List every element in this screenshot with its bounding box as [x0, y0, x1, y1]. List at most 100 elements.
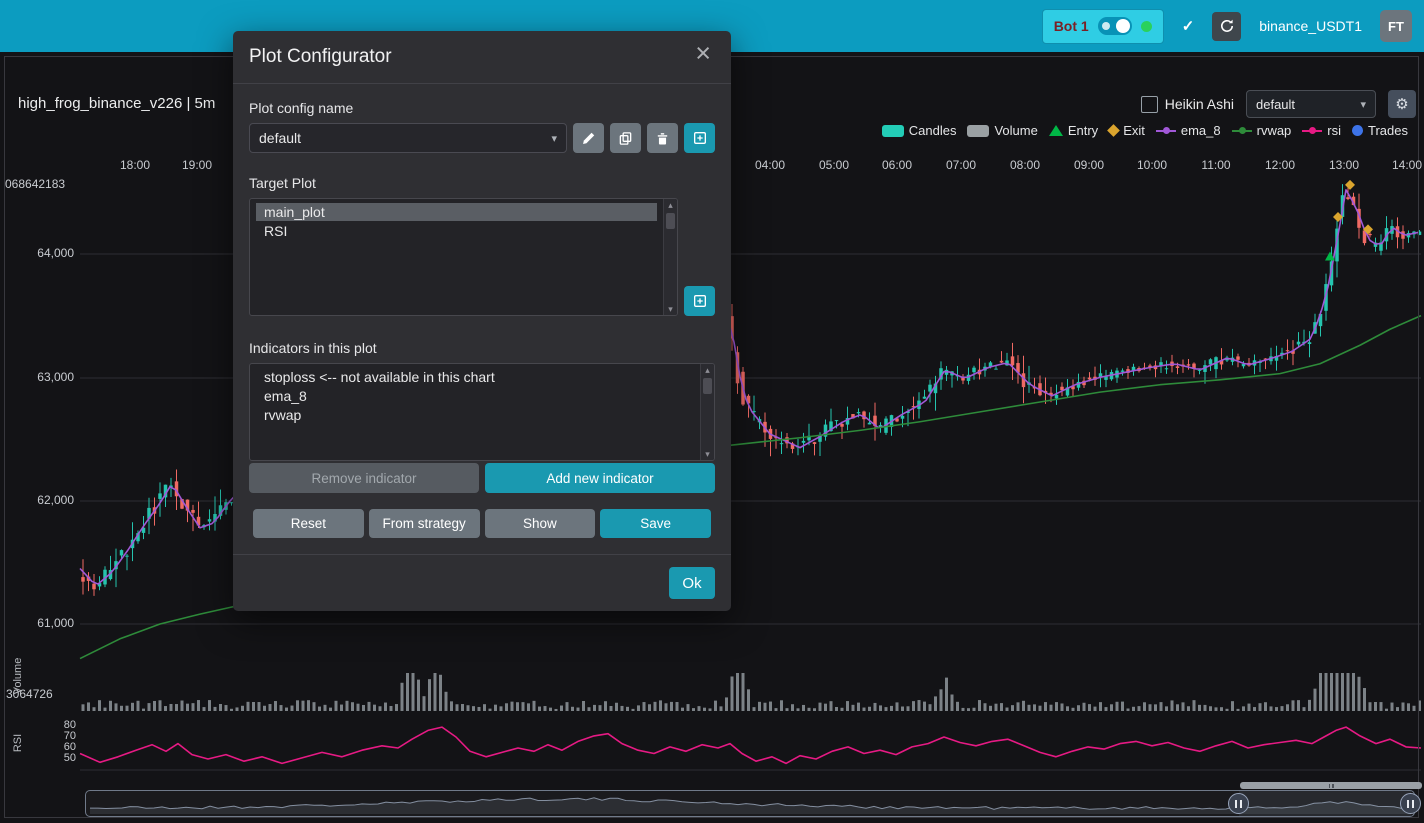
scroll-down-icon[interactable]: ▾ [705, 448, 710, 460]
ok-button[interactable]: Ok [669, 567, 715, 599]
scroll-up-icon[interactable]: ▴ [668, 199, 673, 211]
pause-icon [1407, 800, 1409, 808]
pause-icon [1412, 800, 1414, 808]
navigator-handle-left[interactable] [1228, 793, 1249, 814]
avatar-button[interactable]: FT [1380, 10, 1412, 42]
legend-item-entry[interactable]: Entry [1049, 123, 1098, 138]
legend-label: rsi [1327, 123, 1341, 138]
exchange-label[interactable]: binance_USDT1 [1259, 18, 1362, 34]
scroll-down-icon[interactable]: ▾ [668, 303, 673, 315]
remove-indicator-button[interactable]: Remove indicator [249, 463, 479, 493]
chart-navigator[interactable] [85, 790, 1415, 817]
indicator-option[interactable]: stoploss <-- not available in this chart [256, 368, 694, 386]
vertical-scrollbar[interactable]: ▴ ▾ [663, 199, 677, 315]
navigator-selected-range[interactable] [1239, 791, 1411, 816]
add-config-button[interactable] [684, 123, 715, 153]
legend-item-trades[interactable]: Trades [1352, 123, 1408, 138]
time-axis-tick: 18:00 [110, 158, 160, 172]
add-new-indicator-button[interactable]: Add new indicator [485, 463, 715, 493]
from-strategy-button[interactable]: From strategy [369, 509, 480, 538]
add-square-icon [692, 293, 708, 309]
subplot-axis-title: Volume [12, 646, 24, 706]
target-plot-option[interactable]: main_plot [256, 203, 657, 221]
reset-button[interactable]: Reset [253, 509, 364, 538]
duplicate-config-button[interactable] [610, 123, 641, 153]
legend-label: Candles [909, 123, 957, 138]
refresh-icon [1219, 18, 1235, 34]
add-square-icon [692, 130, 708, 146]
ema_8-swatch-icon [1156, 124, 1176, 137]
heikin-ashi-toggle[interactable]: Heikin Ashi [1141, 96, 1234, 113]
legend-item-candles[interactable]: Candles [882, 123, 957, 138]
indicator-option[interactable]: ema_8 [256, 387, 694, 405]
modal-title: Plot Configurator [249, 46, 392, 67]
target-plot-row: main_plotRSI ▴ ▾ [249, 198, 715, 316]
bot-status-dot [1141, 21, 1152, 32]
price-axis-tick: 63,000 [26, 370, 74, 384]
time-axis-tick: 13:00 [1319, 158, 1369, 172]
target-plot-option[interactable]: RSI [256, 222, 657, 240]
scroll-up-icon[interactable]: ▴ [705, 364, 710, 376]
legend-item-rsi[interactable]: rsi [1302, 123, 1341, 138]
navigator-handle-right[interactable] [1400, 793, 1421, 814]
indicator-actions-row: Remove indicator Add new indicator [249, 463, 715, 493]
toggle-track-dot [1102, 22, 1110, 30]
save-button[interactable]: Save [600, 509, 711, 538]
scrollbar-thumb[interactable] [666, 213, 675, 229]
rsi-axis-tick: 50 [50, 752, 76, 764]
add-target-plot-button[interactable] [684, 286, 715, 316]
close-icon[interactable]: × [689, 39, 717, 68]
heikin-ashi-checkbox[interactable] [1141, 96, 1158, 113]
legend-item-exit[interactable]: Exit [1109, 123, 1145, 138]
legend-label: rvwap [1257, 123, 1292, 138]
config-name-select[interactable]: default ▾ [249, 123, 567, 153]
show-button[interactable]: Show [485, 509, 596, 538]
trash-icon [655, 131, 670, 146]
plot-configurator-modal: Plot Configurator × Plot config name def… [233, 31, 731, 611]
legend-label: Entry [1068, 123, 1098, 138]
modal-body: Plot config name default ▾ [233, 84, 731, 554]
horizontal-scrollbar[interactable] [1240, 782, 1422, 789]
time-axis-tick: 09:00 [1064, 158, 1114, 172]
rsi-axis-tick: 60 [50, 741, 76, 753]
legend-item-ema_8[interactable]: ema_8 [1156, 123, 1221, 138]
delete-config-button[interactable] [647, 123, 678, 153]
trades-swatch-icon [1352, 125, 1363, 136]
subplot-axis-title: RSI [12, 713, 24, 773]
refresh-button[interactable] [1212, 12, 1241, 41]
scrollbar-thumb[interactable] [703, 378, 712, 394]
indicator-option[interactable]: rvwap [256, 406, 694, 424]
bot-online-toggle[interactable] [1098, 17, 1132, 35]
entry-swatch-icon [1049, 125, 1063, 136]
target-plot-listbox[interactable]: main_plotRSI ▴ ▾ [249, 198, 678, 316]
plot-config-select[interactable]: default ▾ [1246, 90, 1376, 118]
legend-label: Exit [1123, 123, 1145, 138]
rename-config-button[interactable] [573, 123, 604, 153]
modal-footer: Ok [233, 554, 731, 611]
rsi-swatch-icon [1302, 124, 1322, 137]
axis-value-label: 3064726 [6, 687, 53, 701]
time-axis-tick: 07:00 [936, 158, 986, 172]
chevron-down-icon: ▾ [551, 132, 557, 145]
config-name-row: default ▾ [249, 123, 715, 153]
plot-config-name-label: Plot config name [249, 100, 715, 116]
indicators-listbox[interactable]: stoploss <-- not available in this chart… [249, 363, 715, 461]
legend-label: Trades [1368, 123, 1408, 138]
vertical-scrollbar[interactable]: ▴ ▾ [700, 364, 714, 460]
time-axis-tick: 10:00 [1127, 158, 1177, 172]
plot-settings-button[interactable]: ⚙ [1388, 90, 1416, 118]
price-axis-tick: 61,000 [26, 616, 74, 630]
exit-swatch-icon [1107, 124, 1120, 137]
pause-icon [1240, 800, 1242, 808]
config-actions-row: Reset From strategy Show Save [249, 509, 715, 538]
chevron-down-icon: ▾ [1360, 98, 1366, 111]
time-axis-tick: 08:00 [1000, 158, 1050, 172]
rvwap-swatch-icon [1232, 124, 1252, 137]
bot-selector[interactable]: Bot 1 [1042, 9, 1164, 44]
legend-item-volume[interactable]: Volume [967, 123, 1037, 138]
legend-item-rvwap[interactable]: rvwap [1232, 123, 1292, 138]
gear-icon: ⚙ [1395, 95, 1408, 113]
candles-swatch-icon [882, 125, 904, 137]
time-axis-tick: 04:00 [745, 158, 795, 172]
indicators-label: Indicators in this plot [249, 340, 715, 356]
